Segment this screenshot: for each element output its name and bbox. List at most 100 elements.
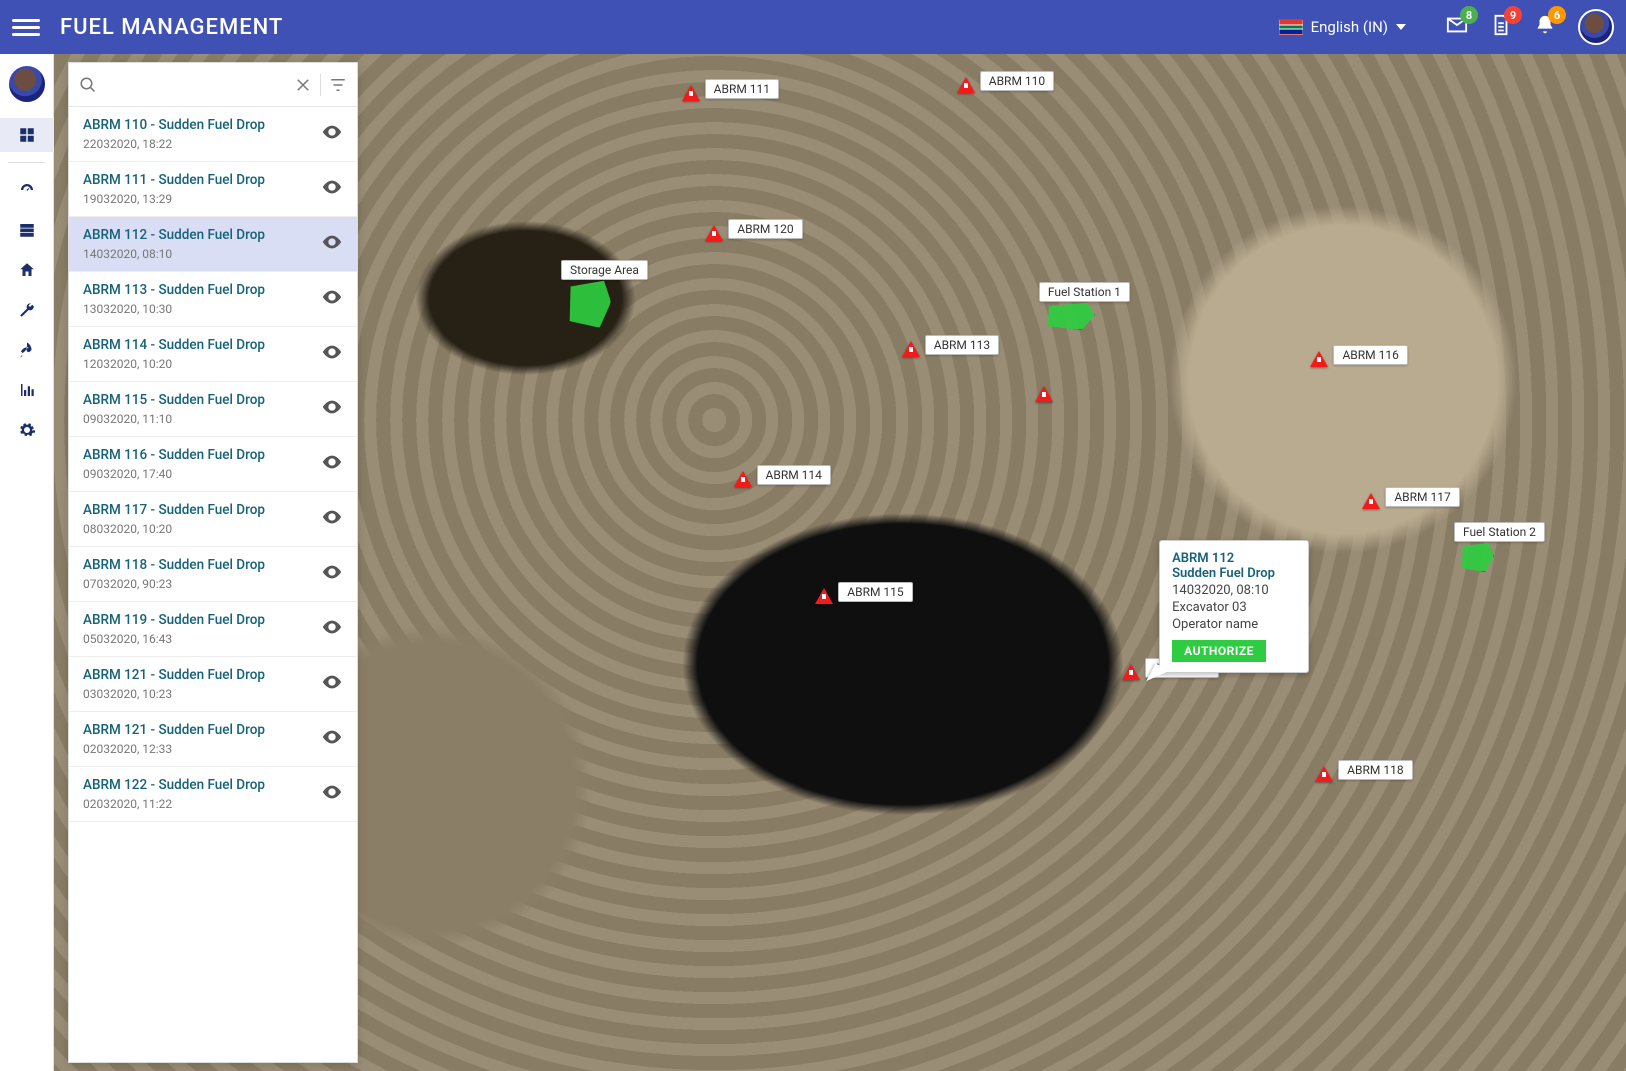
alert-row[interactable]: ABRM 111 - Sudden Fuel Drop19032020, 13:… [69,162,357,217]
map-area[interactable]: ABRM 110 ABRM 111 ABRM 120 ABRM 113 ABRM 116… [54,54,1626,1071]
alert-time: 12032020, 10:20 [83,357,265,371]
eye-icon[interactable] [321,451,343,477]
panel-search-row [69,63,357,107]
language-selector[interactable]: English (IN) [1279,18,1406,36]
nav-rocket[interactable] [0,333,54,367]
eye-icon[interactable] [321,341,343,367]
eye-icon[interactable] [321,396,343,422]
clear-icon[interactable] [294,76,312,94]
zone-label[interactable]: Fuel Station 1 [1039,282,1130,302]
nav-chart[interactable] [0,373,54,407]
nav-server[interactable] [0,213,54,247]
popup-event: Sudden Fuel Drop [1172,566,1296,581]
eye-icon[interactable] [321,231,343,257]
marker-popup: ABRM 112Sudden Fuel Drop14032020, 08:10E… [1159,540,1309,673]
alert-row[interactable]: ABRM 113 - Sudden Fuel Drop13032020, 10:… [69,272,357,327]
alert-marker-icon[interactable] [957,77,975,93]
alert-row[interactable]: ABRM 116 - Sudden Fuel Drop09032020, 17:… [69,437,357,492]
avatar-side[interactable] [7,64,47,104]
marker-label[interactable]: ABRM 120 [728,219,802,239]
eye-icon[interactable] [321,176,343,202]
menu-icon[interactable] [12,13,40,41]
bell-badge: 6 [1548,6,1566,24]
alert-marker-icon[interactable] [705,225,723,241]
alert-time: 19032020, 13:29 [83,192,265,206]
marker-label[interactable]: ABRM 117 [1385,487,1459,507]
marker-label[interactable]: ABRM 110 [980,71,1054,91]
nav-dashboard[interactable] [0,118,54,152]
alert-row[interactable]: ABRM 122 - Sudden Fuel Drop02032020, 11:… [69,767,357,822]
alert-title: ABRM 119 - Sudden Fuel Drop [83,612,265,628]
alert-marker-icon[interactable] [1310,351,1328,367]
alert-row[interactable]: ABRM 119 - Sudden Fuel Drop 05032020, 16:… [69,602,357,657]
bell-icon[interactable]: 6 [1534,14,1556,40]
search-input[interactable] [105,77,286,93]
alert-time: 07032020, 90:23 [83,577,265,591]
nav-rail [0,54,54,1071]
alert-time: 13032020, 10:30 [83,302,265,316]
eye-icon[interactable] [321,506,343,532]
document-icon[interactable]: 9 [1490,14,1512,40]
alert-row[interactable]: ABRM 112 - Sudden Fuel Drop14032020, 08:… [69,217,357,272]
alert-time: 03032020, 10:23 [83,687,265,701]
eye-icon[interactable] [321,671,343,697]
marker-label[interactable]: ABRM 111 [705,79,779,99]
eye-icon[interactable] [321,121,343,147]
language-label: English (IN) [1311,18,1388,36]
marker-label[interactable]: ABRM 116 [1333,345,1407,365]
popup-equipment: Excavator 03 [1172,600,1296,615]
eye-icon[interactable] [321,616,343,642]
document-badge: 9 [1504,6,1522,24]
alert-time: 05032020, 16:43 [83,632,265,646]
marker-label[interactable]: ABRM 115 [838,582,912,602]
chevron-down-icon [1396,24,1406,30]
filter-icon[interactable] [329,76,347,94]
avatar[interactable] [1578,9,1614,45]
alert-row[interactable]: ABRM 121 - Sudden Fuel Drop02032020, 12:… [69,712,357,767]
alert-marker-icon[interactable] [734,471,752,487]
search-icon[interactable] [79,76,97,94]
alert-marker-icon[interactable] [1315,766,1333,782]
nav-home[interactable] [0,253,54,287]
mail-icon[interactable]: 8 [1446,14,1468,40]
alert-title: ABRM 118 - Sudden Fuel Drop [83,557,265,573]
alert-list[interactable]: ABRM 110 - Sudden Fuel Drop22032020, 18:… [69,107,357,1062]
alert-row[interactable]: ABRM 115 - Sudden Fuel Drop09032020, 11:… [69,382,357,437]
nav-settings[interactable] [0,413,54,447]
authorize-button[interactable]: AUTHORIZE [1172,640,1266,662]
popup-asset: ABRM 112 [1172,551,1296,566]
alert-row[interactable]: ABRM 110 - Sudden Fuel Drop22032020, 18:… [69,107,357,162]
page-title: FUEL MANAGEMENT [60,15,283,40]
popup-operator: Operator name [1172,617,1296,632]
alert-marker-icon[interactable] [902,341,920,357]
zone-label[interactable]: Storage Area [561,260,648,280]
marker-label[interactable]: ABRM 118 [1338,760,1412,780]
eye-icon[interactable] [321,286,343,312]
eye-icon[interactable] [321,561,343,587]
alert-marker-icon[interactable] [1035,386,1053,402]
mail-badge: 8 [1460,6,1478,24]
alert-time: 14032020, 08:10 [83,247,265,261]
alert-title: ABRM 122 - Sudden Fuel Drop [83,777,265,793]
alert-title: ABRM 117 - Sudden Fuel Drop [83,502,265,518]
flag-icon [1279,19,1303,35]
alert-marker-icon[interactable] [815,588,833,604]
nav-wrench[interactable] [0,293,54,327]
nav-gauge[interactable] [0,173,54,207]
alert-row[interactable]: ABRM 118 - Sudden Fuel Drop 07032020, 90:… [69,547,357,602]
marker-label[interactable]: ABRM 114 [757,465,831,485]
alert-row[interactable]: ABRM 121 - Sudden Fuel Drop03032020, 10:… [69,657,357,712]
alert-title: ABRM 116 - Sudden Fuel Drop [83,447,265,463]
zone-label[interactable]: Fuel Station 2 [1454,522,1545,542]
alert-title: ABRM 121 - Sudden Fuel Drop [83,722,265,738]
alerts-panel: ABRM 110 - Sudden Fuel Drop22032020, 18:… [68,62,358,1063]
alert-marker-icon[interactable] [1122,664,1140,680]
marker-label[interactable]: ABRM 113 [925,335,999,355]
alert-row[interactable]: ABRM 117 - Sudden Fuel Drop08032020, 10:… [69,492,357,547]
eye-icon[interactable] [321,781,343,807]
alert-time: 22032020, 18:22 [83,137,265,151]
alert-marker-icon[interactable] [682,85,700,101]
alert-marker-icon[interactable] [1362,493,1380,509]
alert-row[interactable]: ABRM 114 - Sudden Fuel Drop12032020, 10:… [69,327,357,382]
eye-icon[interactable] [321,726,343,752]
